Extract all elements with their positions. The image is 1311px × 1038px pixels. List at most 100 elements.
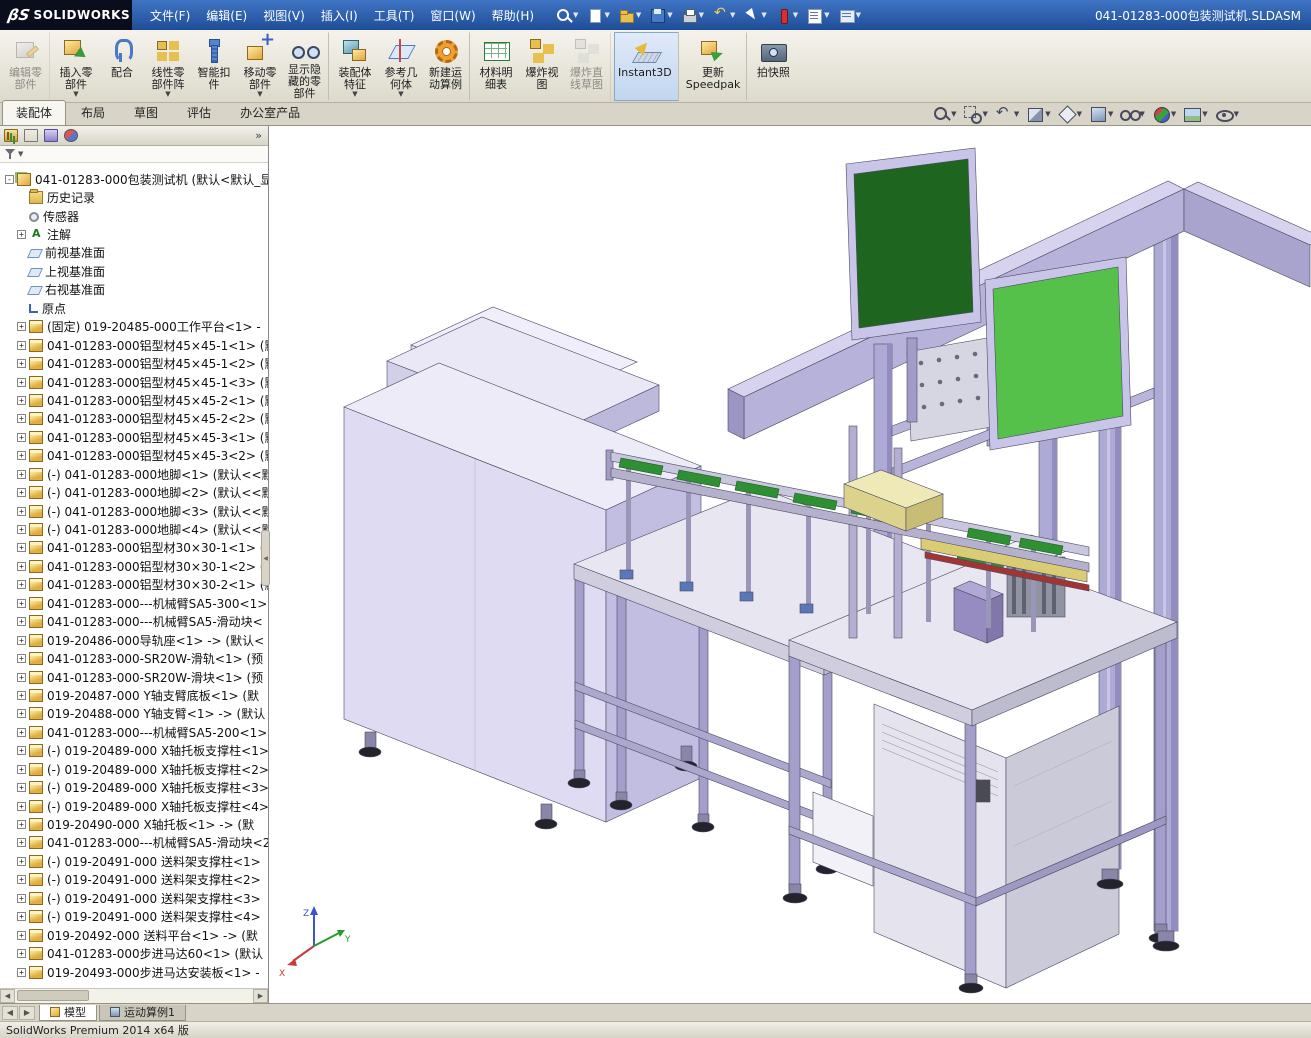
expand-toggle[interactable]: + bbox=[17, 709, 26, 718]
tree-item[interactable]: + 019-20490-000 X轴托板<1> -> (默 bbox=[0, 815, 268, 833]
tree-item[interactable]: - 041-01283-000包装测试机 (默认<默认_显 bbox=[0, 170, 268, 188]
instant3d-button[interactable]: Instant3D ▼ bbox=[614, 32, 679, 101]
tree-item[interactable]: + (固定) 019-20485-000工作平台<1> - bbox=[0, 318, 268, 336]
assembly-features-button[interactable]: 装配体 特征 ▼ bbox=[332, 32, 378, 101]
expand-toggle[interactable]: + bbox=[17, 912, 26, 921]
config-manager-tab-icon[interactable] bbox=[44, 129, 58, 142]
new-document-button[interactable]: ▼ bbox=[583, 5, 612, 26]
tree-item[interactable]: + 041-01283-000铝型材45×45-1<2> (默 bbox=[0, 354, 268, 372]
tree-item[interactable]: + 041-01283-000铝型材30×30-1<1> (默 bbox=[0, 539, 268, 557]
tree-item[interactable]: + 019-20487-000 Y轴支臂底板<1> (默 bbox=[0, 686, 268, 704]
menu-item[interactable]: 视图(V) bbox=[255, 3, 313, 28]
view-orientation-button[interactable]: ▼ bbox=[1058, 105, 1082, 123]
hide-show-button[interactable]: ▼ bbox=[1120, 105, 1144, 123]
properties-button[interactable]: ▼ bbox=[803, 5, 832, 26]
expand-toggle[interactable]: + bbox=[17, 673, 26, 682]
scroll-tabs-left-button[interactable]: ◀ bbox=[2, 1006, 18, 1020]
expand-toggle[interactable]: + bbox=[17, 857, 26, 866]
bottom-tab[interactable]: 运动算例1 bbox=[99, 1005, 186, 1021]
expand-toggle[interactable]: + bbox=[17, 414, 26, 423]
menu-item[interactable]: 工具(T) bbox=[366, 3, 423, 28]
select-button[interactable]: ▼ bbox=[740, 5, 769, 26]
expand-toggle[interactable]: + bbox=[17, 378, 26, 387]
edit-component-button[interactable]: 编辑零 部件 ▼ bbox=[4, 32, 50, 101]
tree-item[interactable]: + 041-01283-000铝型材45×45-2<1> (默 bbox=[0, 391, 268, 409]
motion-study-button[interactable]: 新建运 动算例 ▼ bbox=[424, 32, 470, 101]
expand-toggle[interactable]: + bbox=[17, 820, 26, 829]
graphics-area[interactable]: Z Y X bbox=[269, 126, 1311, 1003]
expand-toggle[interactable]: + bbox=[17, 488, 26, 497]
options-button[interactable]: ▼ bbox=[835, 5, 864, 26]
search-button[interactable]: ▼ bbox=[552, 5, 581, 26]
ribbon-tab[interactable]: 评估 bbox=[173, 100, 225, 125]
tree-item[interactable]: + 019-20493-000步进马达安装板<1> - bbox=[0, 963, 268, 981]
tree-item[interactable]: + (-) 019-20491-000 送料架支撑柱<2> bbox=[0, 871, 268, 889]
property-manager-tab-icon[interactable] bbox=[24, 129, 38, 142]
expand-toggle[interactable]: + bbox=[17, 894, 26, 903]
view-settings-button[interactable]: ▼ bbox=[1215, 105, 1239, 123]
expand-toggle[interactable]: + bbox=[17, 470, 26, 479]
panel-flyout-chevron-icon[interactable]: » bbox=[253, 129, 264, 142]
assembly-3d-model[interactable]: Z Y X bbox=[269, 126, 1311, 1003]
menu-item[interactable]: 帮助(H) bbox=[484, 3, 542, 28]
expand-toggle[interactable]: + bbox=[17, 968, 26, 977]
feature-manager-tab-icon[interactable] bbox=[4, 129, 18, 142]
tree-item[interactable]: + (-) 041-01283-000地脚<3> (默认<<默 bbox=[0, 502, 268, 520]
bom-button[interactable]: 材料明 细表 ▼ bbox=[473, 32, 519, 101]
display-manager-tab-icon[interactable] bbox=[64, 129, 78, 142]
expand-toggle[interactable]: + bbox=[17, 230, 26, 239]
tree-item[interactable]: + 041-01283-000---机械臂SA5-滑动块<2 bbox=[0, 834, 268, 852]
panel-collapse-handle[interactable]: ◀ bbox=[261, 530, 270, 586]
tree-item[interactable]: + (-) 019-20489-000 X轴托板支撑柱<3> bbox=[0, 778, 268, 796]
explode-sketch-button[interactable]: 爆炸直 线草图 ▼ bbox=[565, 32, 611, 101]
expand-toggle[interactable]: + bbox=[17, 765, 26, 774]
filter-funnel-icon[interactable] bbox=[4, 148, 16, 160]
tree-item[interactable]: + 041-01283-000铝型材45×45-1<1> (默 bbox=[0, 336, 268, 354]
tree-item[interactable]: 前视基准面 bbox=[0, 244, 268, 262]
tree-item[interactable]: + 041-01283-000铝型材45×45-3<2> (默 bbox=[0, 447, 268, 465]
menu-item[interactable]: 文件(F) bbox=[142, 3, 198, 28]
tree-item[interactable]: + (-) 019-20489-000 X轴托板支撑柱<4> bbox=[0, 797, 268, 815]
tree-item[interactable]: + 041-01283-000铝型材30×30-1<2> (默 bbox=[0, 557, 268, 575]
expand-toggle[interactable]: + bbox=[17, 580, 26, 589]
expand-toggle[interactable]: + bbox=[17, 728, 26, 737]
show-hidden-button[interactable]: 显示隐 藏的零 部件 ▼ bbox=[283, 32, 329, 101]
speedpak-button[interactable]: 更新 Speedpak ▼ bbox=[682, 32, 748, 101]
expand-toggle[interactable]: + bbox=[17, 636, 26, 645]
tree-item[interactable]: + (-) 041-01283-000地脚<1> (默认<<默 bbox=[0, 465, 268, 483]
expand-toggle[interactable]: + bbox=[17, 322, 26, 331]
tree-item[interactable]: + 041-01283-000铝型材30×30-2<1> (默 bbox=[0, 576, 268, 594]
mate-button[interactable]: 配合 ▼ bbox=[99, 32, 145, 101]
tree-item[interactable]: + 041-01283-000铝型材45×45-1<3> (默 bbox=[0, 373, 268, 391]
tree-item[interactable]: 传感器 bbox=[0, 207, 268, 225]
tree-item[interactable]: + 041-01283-000铝型材45×45-3<1> (默 bbox=[0, 428, 268, 446]
scroll-tabs-right-button[interactable]: ▶ bbox=[19, 1006, 35, 1020]
expand-toggle[interactable]: + bbox=[17, 543, 26, 552]
save-button[interactable]: ▼ bbox=[646, 5, 675, 26]
zoom-area-button[interactable]: ▼ bbox=[963, 105, 987, 123]
tree-item[interactable]: 右视基准面 bbox=[0, 281, 268, 299]
move-component-button[interactable]: 移动零 部件 ▼ bbox=[237, 32, 283, 101]
expand-toggle[interactable]: + bbox=[17, 654, 26, 663]
scrollbar-track[interactable] bbox=[15, 989, 253, 1003]
tree-horizontal-scrollbar[interactable]: ◀ ▶ bbox=[0, 988, 268, 1003]
scroll-right-arrow-icon[interactable]: ▶ bbox=[253, 989, 268, 1003]
scroll-left-arrow-icon[interactable]: ◀ bbox=[0, 989, 15, 1003]
smart-fasteners-button[interactable]: 智能扣 件 ▼ bbox=[191, 32, 237, 101]
exploded-view-button[interactable]: 爆炸视 图 ▼ bbox=[519, 32, 565, 101]
expand-toggle[interactable]: + bbox=[17, 617, 26, 626]
filter-dropdown-arrow-icon[interactable]: ▼ bbox=[18, 150, 23, 158]
open-button[interactable]: ▼ bbox=[615, 5, 644, 26]
section-view-button[interactable]: ▼ bbox=[1026, 105, 1050, 123]
expand-toggle[interactable]: + bbox=[17, 802, 26, 811]
apply-scene-button[interactable]: ▼ bbox=[1183, 105, 1207, 123]
tree-item[interactable]: + (-) 019-20491-000 送料架支撑柱<3> bbox=[0, 889, 268, 907]
tree-item[interactable]: + (-) 019-20491-000 送料架支撑柱<1> bbox=[0, 852, 268, 870]
expand-toggle[interactable]: + bbox=[17, 931, 26, 940]
insert-component-button[interactable]: 插入零 部件 ▼ bbox=[53, 32, 99, 101]
expand-toggle[interactable]: + bbox=[17, 599, 26, 608]
tree-item[interactable]: + 041-01283-000---机械臂SA5-滑动块< bbox=[0, 613, 268, 631]
tree-item[interactable]: + 注解 bbox=[0, 225, 268, 243]
tree-item[interactable]: + (-) 019-20489-000 X轴托板支撑柱<2> bbox=[0, 760, 268, 778]
expand-toggle[interactable]: + bbox=[17, 783, 26, 792]
